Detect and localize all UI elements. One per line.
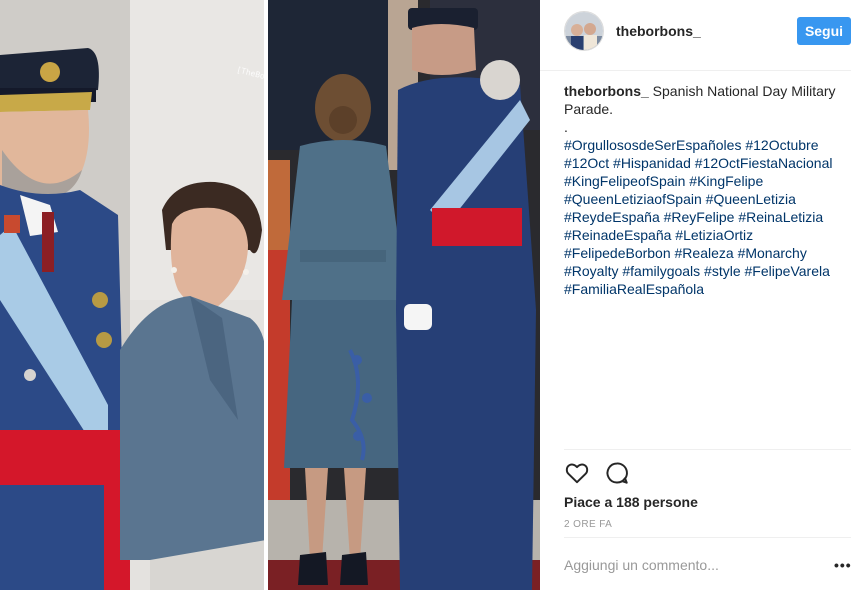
comment-divider [564,537,851,538]
post-side-panel: theborbons_ Segui theborbons_ Spanish Na… [540,0,851,590]
actions-divider [564,449,851,450]
more-options-icon[interactable]: ••• [834,557,851,573]
avatar[interactable] [564,11,604,51]
post-photo[interactable]: [TheBorbons] [0,0,540,590]
username-link[interactable]: theborbons_ [616,23,701,39]
post-header: theborbons_ Segui [540,0,851,71]
likes-count[interactable]: Piace a 188 persone [564,494,698,510]
comment-input[interactable]: Aggiungi un commento... [564,557,719,573]
post-timestamp: 2 ORE FA [564,519,613,530]
caption-author-link[interactable]: theborbons_ [564,83,649,99]
post-caption: theborbons_ Spanish National Day Militar… [564,82,844,298]
instagram-post: [TheBorbons] [0,0,851,590]
avatar-image [565,12,603,50]
heart-outline-icon[interactable] [564,460,590,486]
speech-bubble-icon[interactable] [604,460,630,486]
caption-separator: . [564,119,568,135]
follow-button[interactable]: Segui [797,17,851,45]
caption-hashtags[interactable]: #OrgullososdeSerEspañoles #12Octubre #12… [564,137,833,297]
